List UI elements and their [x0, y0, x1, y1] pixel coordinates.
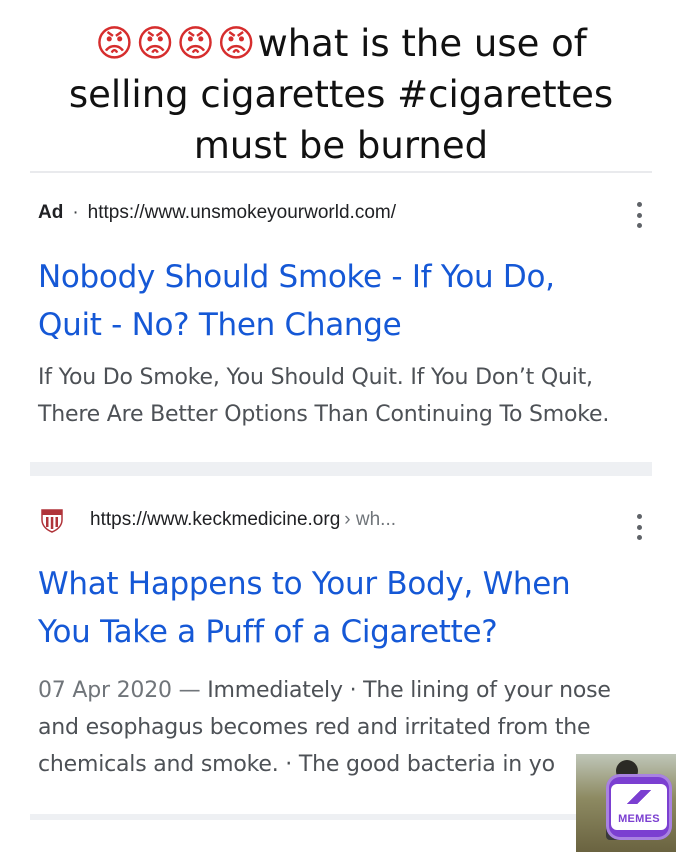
ad-result[interactable]: Ad · https://www.unsmokeyourworld.com/ N… — [38, 199, 644, 433]
publish-date: 07 Apr 2020 — [38, 678, 172, 703]
meme-caption: 😡😡😡😡what is the use of selling cigarette… — [0, 18, 682, 171]
caption-text-1: what is the use of — [257, 22, 587, 65]
ad-snippet: If You Do Smoke, You Should Quit. If You… — [38, 359, 644, 433]
organic-title-line-1: What Happens to Your Body, When — [38, 566, 571, 602]
organic-url-row: https://www.keckmedicine.org › wh... — [38, 506, 644, 540]
memes-watermark: MEMES — [576, 754, 676, 852]
ad-snippet-line-2: There Are Better Options Than Continuing… — [38, 402, 610, 427]
ad-title-link[interactable]: Nobody Should Smoke - If You Do, Quit - … — [38, 253, 644, 349]
result-separator — [30, 462, 652, 476]
organic-snippet-line-3: chemicals and smoke. · The good bacteria… — [38, 752, 555, 777]
more-options-icon[interactable] — [634, 514, 644, 540]
caption-line-2: selling cigarettes #cigarettes — [68, 73, 614, 116]
card-divider — [30, 171, 652, 173]
breadcrumb: › wh... — [344, 509, 396, 530]
organic-snippet-line-2: and esophagus becomes red and irritated … — [38, 715, 591, 740]
organic-result[interactable]: https://www.keckmedicine.org › wh... Wha… — [38, 506, 644, 783]
organic-url[interactable]: https://www.keckmedicine.org — [90, 509, 340, 531]
result-separator-bottom — [30, 814, 652, 820]
snippet-text-1: Immediately · The lining of your nose — [207, 678, 611, 703]
date-dash: — — [171, 678, 208, 703]
organic-title-link[interactable]: What Happens to Your Body, When You Take… — [38, 560, 644, 656]
organic-snippet: 07 Apr 2020 — Immediately · The lining o… — [38, 672, 644, 783]
ad-url-row: Ad · https://www.unsmokeyourworld.com/ — [38, 199, 644, 228]
caption-line-1: 😡😡😡😡what is the use of — [0, 18, 682, 69]
organic-title-line-2: You Take a Puff of a Cigarette? — [38, 614, 498, 650]
ad-title-line-2: Quit - No? Then Change — [38, 307, 402, 343]
memes-logo-icon: MEMES — [606, 774, 672, 840]
separator-dot: · — [72, 202, 79, 223]
organic-snippet-line-1: 07 Apr 2020 — Immediately · The lining o… — [38, 672, 644, 709]
ad-label: Ad — [38, 202, 64, 223]
ad-url[interactable]: https://www.unsmokeyourworld.com/ — [88, 202, 396, 224]
memes-logo-text: MEMES — [618, 813, 660, 825]
ad-title-line-1: Nobody Should Smoke - If You Do, — [38, 259, 555, 295]
caption-line-3: must be burned — [193, 124, 489, 167]
angry-face-icon: 😡😡😡😡 — [95, 22, 258, 65]
ad-snippet-line-1: If You Do Smoke, You Should Quit. If You… — [38, 365, 593, 390]
keck-medicine-shield-icon — [38, 506, 66, 534]
more-options-icon[interactable] — [634, 202, 644, 228]
